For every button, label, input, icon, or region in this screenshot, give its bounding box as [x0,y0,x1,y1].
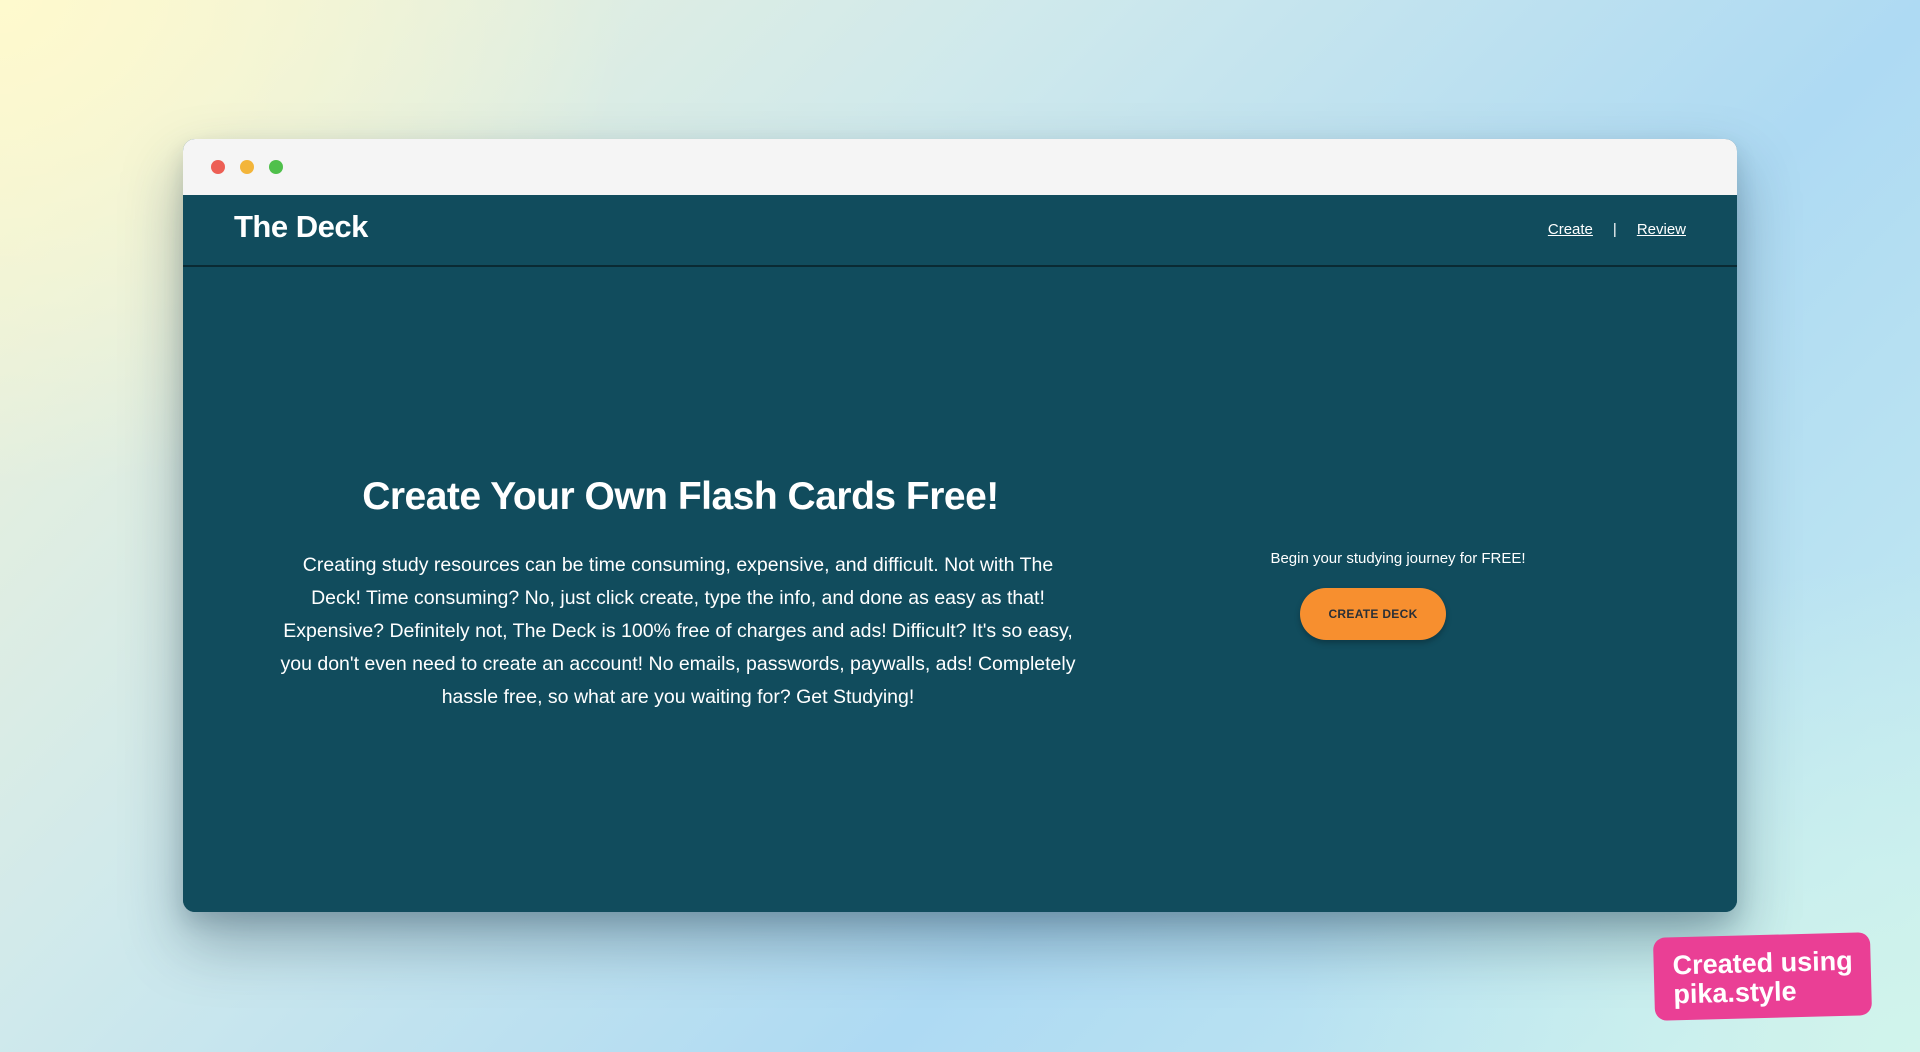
hero-title: Create Your Own Flash Cards Free! [362,475,999,518]
maximize-window-icon[interactable] [269,160,283,174]
nav-separator: | [1612,221,1617,238]
nav-link-create[interactable]: Create [1548,221,1593,238]
cta-caption: Begin your studying journey for FREE! [1270,550,1526,567]
nav-link-review[interactable]: Review [1637,221,1686,238]
navbar: The Deck Create | Review [183,195,1737,267]
close-window-icon[interactable] [211,160,225,174]
brand-logo[interactable]: The Deck [234,209,368,245]
create-deck-button[interactable]: CREATE DECK [1300,588,1446,640]
window-titlebar [183,139,1737,195]
pika-style-badge: Created using pika.style [1652,932,1873,1021]
badge-line-2: pika.style [1673,976,1797,1010]
main-content: Create Your Own Flash Cards Free! Creati… [183,267,1737,912]
browser-window: The Deck Create | Review Create Your Own… [183,139,1737,912]
badge-line-1: Created using [1672,945,1854,981]
hero-description: Creating study resources can be time con… [280,554,1076,708]
nav-links: Create | Review [1548,221,1686,238]
minimize-window-icon[interactable] [240,160,254,174]
